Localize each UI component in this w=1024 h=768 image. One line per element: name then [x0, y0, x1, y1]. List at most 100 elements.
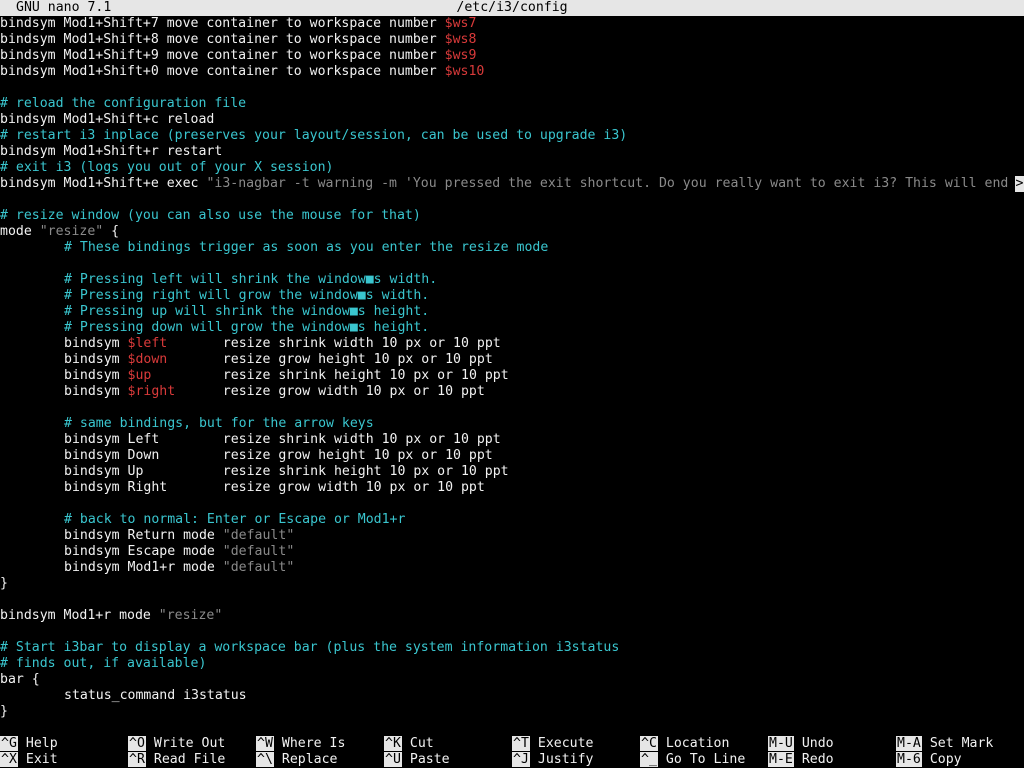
- code-text: resize grow width 10 px or 10 ppt: [175, 384, 485, 399]
- shortcut-cut[interactable]: ^K Cut: [384, 736, 434, 752]
- editor-line[interactable]: bindsym Mod1+Shift+7 move container to w…: [0, 16, 1024, 32]
- editor-line[interactable]: # back to normal: Enter or Escape or Mod…: [0, 512, 1024, 528]
- editor-line[interactable]: [0, 80, 1024, 96]
- code-text: {: [103, 224, 120, 239]
- shortcut-paste[interactable]: ^U Paste: [384, 752, 450, 768]
- shortcut-label: Location: [665, 736, 730, 751]
- shortcut-key: ^T: [512, 736, 530, 751]
- editor-line[interactable]: bindsym Return mode "default": [0, 528, 1024, 544]
- shortcut-copy[interactable]: M-6 Copy: [896, 752, 962, 768]
- editor-line[interactable]: # exit i3 (logs you out of your X sessio…: [0, 160, 1024, 176]
- shortcut-key: ^O: [128, 736, 146, 751]
- shortcut-justify[interactable]: ^J Justify: [512, 752, 593, 768]
- editor-line[interactable]: bindsym Escape mode "default": [0, 544, 1024, 560]
- shortcut-undo[interactable]: M-U Undo: [768, 736, 834, 752]
- editor-line[interactable]: bindsym Mod1+Shift+0 move container to w…: [0, 64, 1024, 80]
- shortcut-redo[interactable]: M-E Redo: [768, 752, 834, 768]
- editor-line[interactable]: bindsym Mod1+Shift+e exec "i3-nagbar -t …: [0, 176, 1024, 192]
- shortcut-label: Justify: [537, 752, 594, 767]
- editor-line[interactable]: bindsym $down resize grow height 10 px o…: [0, 352, 1024, 368]
- code-comment: # exit i3 (logs you out of your X sessio…: [0, 160, 334, 175]
- code-comment: # resize window (you can also use the mo…: [0, 208, 421, 223]
- shortcut-key: ^X: [0, 752, 18, 767]
- shortcut-exit[interactable]: ^X Exit: [0, 752, 58, 768]
- code-text: resize shrink height 10 px or 10 ppt: [151, 368, 509, 383]
- editor-line[interactable]: [0, 400, 1024, 416]
- editor-line[interactable]: # Pressing left will shrink the window■s…: [0, 272, 1024, 288]
- shortcut-key: ^C: [640, 736, 658, 751]
- editor-line[interactable]: mode "resize" {: [0, 224, 1024, 240]
- editor-line[interactable]: bindsym $left resize shrink width 10 px …: [0, 336, 1024, 352]
- editor-line[interactable]: bindsym Right resize grow width 10 px or…: [0, 480, 1024, 496]
- editor-line[interactable]: [0, 624, 1024, 640]
- editor-line[interactable]: bindsym Down resize grow height 10 px or…: [0, 448, 1024, 464]
- shortcut-label: Replace: [281, 752, 338, 767]
- editor-line[interactable]: # Start i3bar to display a workspace bar…: [0, 640, 1024, 656]
- shortcut-label: Set Mark: [929, 736, 994, 751]
- editor-line[interactable]: [0, 496, 1024, 512]
- code-comment: # restart i3 inplace (preserves your lay…: [0, 128, 628, 143]
- editor-line[interactable]: # resize window (you can also use the mo…: [0, 208, 1024, 224]
- code-text: bindsym: [64, 336, 128, 351]
- code-text: bindsym Up resize shrink height 10 px or…: [64, 464, 509, 479]
- code-text: bindsym: [64, 368, 128, 383]
- editor-line[interactable]: bindsym $right resize grow width 10 px o…: [0, 384, 1024, 400]
- shortcut-where-is[interactable]: ^W Where Is: [256, 736, 345, 752]
- code-variable: $right: [127, 384, 176, 399]
- editor-line[interactable]: bindsym $up resize shrink height 10 px o…: [0, 368, 1024, 384]
- code-text: bindsym Right resize grow width 10 px or…: [64, 480, 485, 495]
- shortcut-replace[interactable]: ^\ Replace: [256, 752, 337, 768]
- code-variable: $down: [127, 352, 168, 367]
- editor-line[interactable]: status_command i3status: [0, 688, 1024, 704]
- shortcut-set-mark[interactable]: M-A Set Mark: [896, 736, 993, 752]
- editor-area[interactable]: bindsym Mod1+Shift+7 move container to w…: [0, 16, 1024, 720]
- editor-line[interactable]: # Pressing right will grow the window■s …: [0, 288, 1024, 304]
- shortcut-go-to-line[interactable]: ^_ Go To Line: [640, 752, 745, 768]
- editor-line[interactable]: # reload the configuration file: [0, 96, 1024, 112]
- code-comment: # Pressing right will grow the window■s …: [64, 288, 430, 303]
- code-variable: $ws10: [444, 64, 485, 79]
- editor-line[interactable]: bindsym Mod1+Shift+9 move container to w…: [0, 48, 1024, 64]
- code-comment: # Pressing up will shrink the window■s h…: [64, 304, 430, 319]
- code-text: bindsym Mod1+Shift+7 move container to w…: [0, 16, 445, 31]
- shortcut-location[interactable]: ^C Location: [640, 736, 729, 752]
- code-text: bindsym Mod1+Shift+e exec: [0, 176, 207, 191]
- editor-line[interactable]: bar {: [0, 672, 1024, 688]
- shortcut-write-out[interactable]: ^O Write Out: [128, 736, 225, 752]
- shortcut-label: Paste: [409, 752, 450, 767]
- shortcut-help[interactable]: ^G Help: [0, 736, 58, 752]
- shortcut-key: ^K: [384, 736, 402, 751]
- editor-line[interactable]: bindsym Mod1+r mode "resize": [0, 608, 1024, 624]
- editor-line[interactable]: bindsym Mod1+Shift+c reload: [0, 112, 1024, 128]
- editor-line[interactable]: bindsym Up resize shrink height 10 px or…: [0, 464, 1024, 480]
- code-text: mode: [0, 224, 40, 239]
- shortcut-read-file[interactable]: ^R Read File: [128, 752, 225, 768]
- editor-line[interactable]: # same bindings, but for the arrow keys: [0, 416, 1024, 432]
- editor-line[interactable]: }: [0, 704, 1024, 720]
- code-string: "resize": [39, 224, 104, 239]
- editor-line[interactable]: bindsym Mod1+Shift+r restart: [0, 144, 1024, 160]
- editor-line[interactable]: # Pressing down will grow the window■s h…: [0, 320, 1024, 336]
- editor-line[interactable]: bindsym Mod1+r mode "default": [0, 560, 1024, 576]
- editor-line[interactable]: # restart i3 inplace (preserves your lay…: [0, 128, 1024, 144]
- shortcut-label: Go To Line: [665, 752, 746, 767]
- editor-line[interactable]: [0, 192, 1024, 208]
- shortcut-label: Execute: [537, 736, 594, 751]
- editor-line[interactable]: [0, 256, 1024, 272]
- code-string: "default": [222, 528, 295, 543]
- editor-line[interactable]: # finds out, if available): [0, 656, 1024, 672]
- code-text: bindsym Down resize grow height 10 px or…: [64, 448, 493, 463]
- shortcut-key: ^U: [384, 752, 402, 767]
- editor-line[interactable]: }: [0, 576, 1024, 592]
- code-comment: # Pressing left will shrink the window■s…: [64, 272, 438, 287]
- editor-line[interactable]: # These bindings trigger as soon as you …: [0, 240, 1024, 256]
- editor-line[interactable]: [0, 592, 1024, 608]
- code-text: bindsym Mod1+Shift+9 move container to w…: [0, 48, 445, 63]
- shortcut-key: ^W: [256, 736, 274, 751]
- editor-line[interactable]: bindsym Mod1+Shift+8 move container to w…: [0, 32, 1024, 48]
- shortcut-key: M-6: [896, 752, 922, 767]
- editor-line[interactable]: # Pressing up will shrink the window■s h…: [0, 304, 1024, 320]
- shortcut-execute[interactable]: ^T Execute: [512, 736, 593, 752]
- file-name: /etc/i3/config: [456, 0, 568, 15]
- editor-line[interactable]: bindsym Left resize shrink width 10 px o…: [0, 432, 1024, 448]
